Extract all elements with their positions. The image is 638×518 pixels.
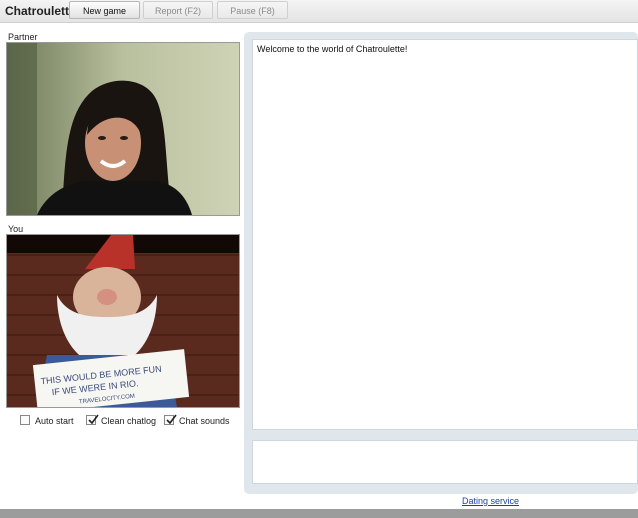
top-toolbar: Chatroulette New game Report (F2) Pause … <box>0 0 638 23</box>
welcome-message: Welcome to the world of Chatroulette! <box>257 44 408 54</box>
auto-start-label: Auto start <box>35 416 74 426</box>
chat-input[interactable] <box>252 440 638 484</box>
clean-chatlog-label: Clean chatlog <box>101 416 157 426</box>
you-video: THIS WOULD BE MORE FUN IF WE WERE IN RIO… <box>6 234 240 408</box>
you-video-image: THIS WOULD BE MORE FUN IF WE WERE IN RIO… <box>7 235 239 407</box>
bottom-bar <box>0 509 638 518</box>
check-icon <box>88 414 99 425</box>
partner-video-image <box>7 43 239 215</box>
chat-sounds-checkbox[interactable] <box>164 414 177 425</box>
partner-label: Partner <box>8 32 38 42</box>
chat-panel: Welcome to the world of Chatroulette! <box>244 32 638 494</box>
pause-button[interactable]: Pause (F8) <box>217 1 288 19</box>
chat-sounds-label: Chat sounds <box>179 416 230 426</box>
you-label: You <box>8 224 24 234</box>
dating-service-link[interactable]: Dating service <box>462 496 519 506</box>
report-button[interactable]: Report (F2) <box>143 1 213 19</box>
app-title: Chatroulette <box>5 4 76 18</box>
chat-log[interactable]: Welcome to the world of Chatroulette! <box>252 39 638 430</box>
auto-start-checkbox[interactable] <box>20 415 30 425</box>
partner-video <box>6 42 240 216</box>
new-game-button[interactable]: New game <box>69 1 140 19</box>
check-icon <box>166 414 177 425</box>
clean-chatlog-checkbox[interactable] <box>86 414 99 425</box>
